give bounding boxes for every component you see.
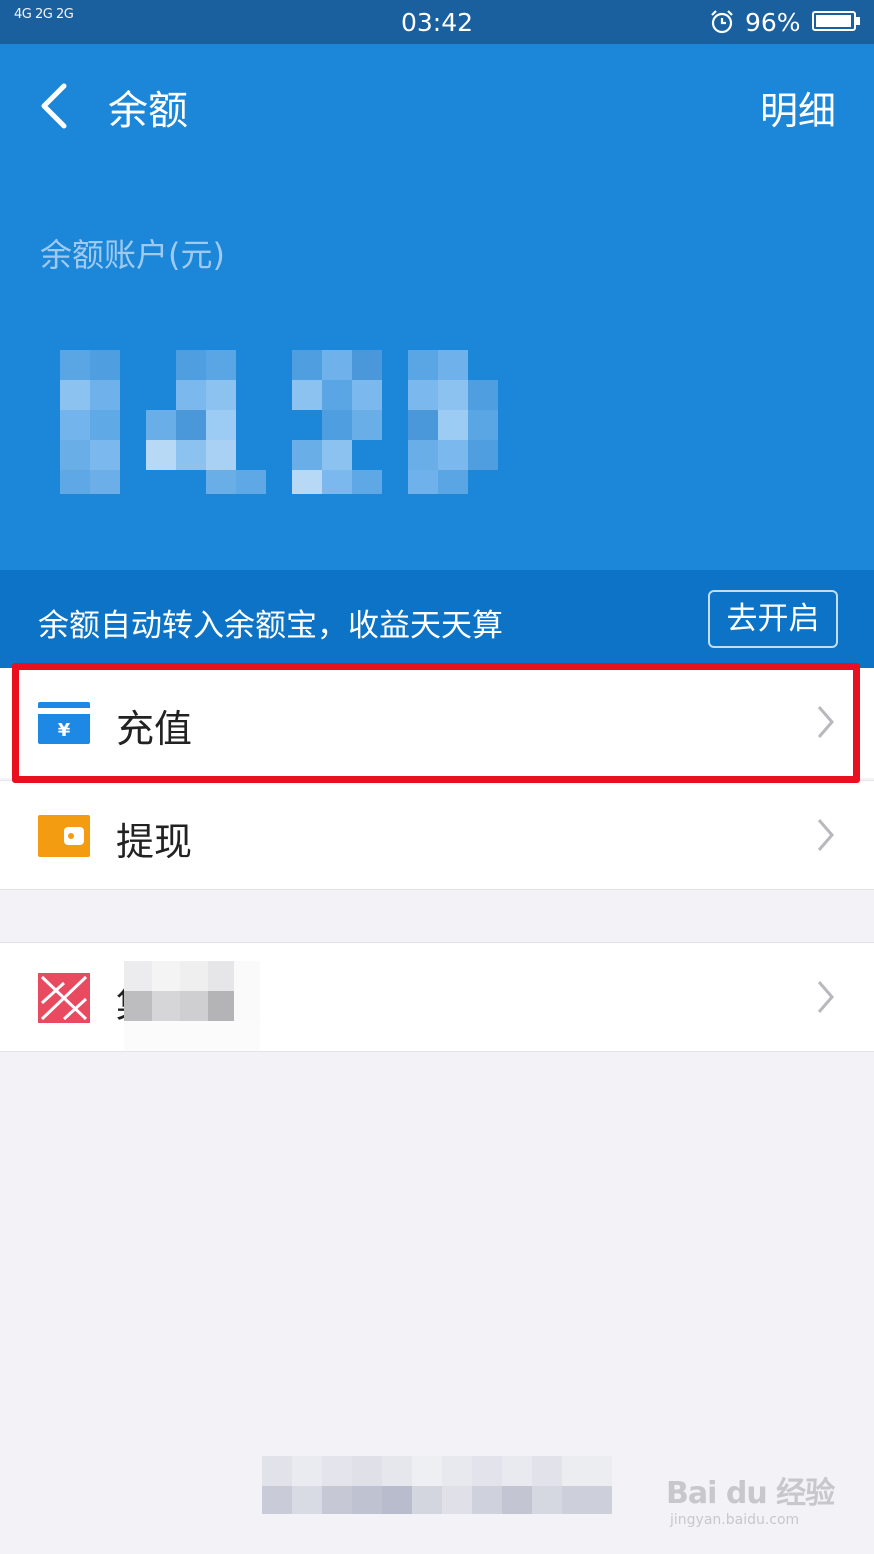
baidu-watermark: Bai du 经验 jingyan.baidu.com bbox=[666, 1460, 836, 1540]
service-logo-icon bbox=[38, 973, 90, 1023]
battery-icon bbox=[812, 11, 860, 31]
other-service-row[interactable]: 集 bbox=[0, 942, 874, 1052]
status-bar: 4G 2G 2G 03:42 96% bbox=[0, 0, 874, 44]
footer-mosaic bbox=[262, 1456, 612, 1514]
balance-header: 余额 明细 余额账户(元) bbox=[0, 44, 874, 570]
enable-button[interactable]: 去开启 bbox=[708, 590, 838, 648]
watermark-url: jingyan.baidu.com bbox=[670, 1512, 800, 1528]
svg-text:¥: ¥ bbox=[58, 720, 71, 741]
withdraw-label: 提现 bbox=[116, 820, 193, 864]
detail-link[interactable]: 明细 bbox=[760, 80, 836, 135]
wallet-icon bbox=[38, 815, 90, 857]
page-title: 余额 bbox=[108, 88, 188, 134]
recharge-label: 充值 bbox=[116, 707, 193, 751]
notice-text: 余额自动转入余额宝，收益天天算 bbox=[38, 608, 503, 644]
redacted-mosaic bbox=[124, 961, 260, 1051]
back-arrow-icon[interactable] bbox=[30, 74, 80, 134]
alarm-icon bbox=[711, 10, 733, 34]
chevron-right-icon bbox=[817, 819, 834, 851]
recharge-card-icon: ¥ bbox=[38, 702, 90, 744]
account-label: 余额账户(元) bbox=[40, 236, 225, 274]
status-time: 03:42 bbox=[400, 8, 474, 37]
balance-amount-mosaic bbox=[60, 350, 498, 494]
battery-percent: 96% bbox=[745, 8, 801, 37]
chevron-right-icon bbox=[817, 706, 834, 738]
withdraw-row[interactable]: 提现 bbox=[0, 780, 874, 890]
auto-transfer-notice: 余额自动转入余额宝，收益天天算 去开启 bbox=[0, 570, 874, 668]
recharge-row[interactable]: ¥ 充值 bbox=[0, 668, 874, 778]
watermark-main: Bai du 经验 bbox=[666, 1476, 835, 1511]
chevron-right-icon bbox=[817, 981, 834, 1013]
